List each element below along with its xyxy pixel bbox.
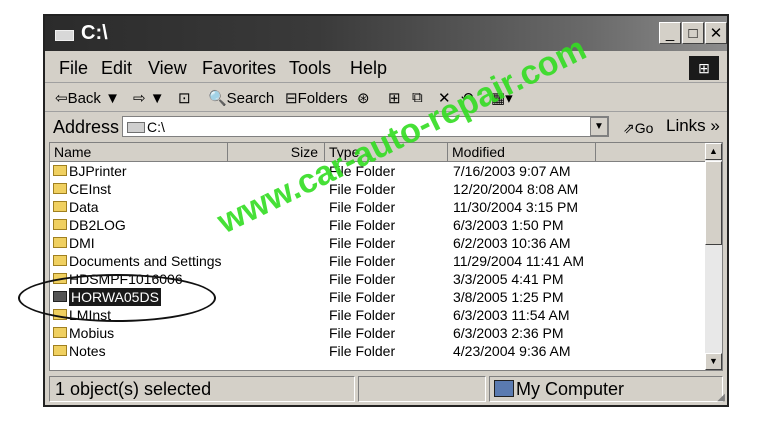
folder-icon [53,201,67,212]
list-item[interactable]: DMI File Folder 6/2/2003 10:36 AM [50,234,710,252]
menu-help[interactable]: Help [350,58,387,79]
status-middle-panel [358,376,486,402]
window-title: C:\ [81,22,108,44]
folder-icon [53,327,67,338]
folder-icon [53,165,67,176]
folder-icon [53,237,67,248]
links-button[interactable]: Links » [666,116,720,136]
status-bar: 1 object(s) selected My Computer ◢ [45,373,727,405]
folder-icon [53,255,67,266]
status-selection-text: 1 object(s) selected [49,376,355,402]
address-value: C:\ [147,119,165,135]
go-button[interactable]: ⇗Go [623,120,653,137]
maximize-button[interactable]: □ [682,22,704,44]
status-location-text: My Computer [516,379,625,399]
folder-icon [53,183,67,194]
scroll-thumb[interactable] [705,161,722,245]
address-dropdown-button[interactable]: ▼ [590,117,608,136]
list-item[interactable]: DB2LOG File Folder 6/3/2003 1:50 PM [50,216,710,234]
drive-icon [127,122,145,133]
minimize-button[interactable]: _ [659,22,681,44]
resize-grip-icon[interactable]: ◢ [717,392,725,403]
list-item[interactable]: Documents and Settings File Folder 11/29… [50,252,710,270]
menu-tools[interactable]: Tools [289,58,331,79]
address-label: Address [53,117,120,137]
explorer-window: C:\ _ □ ✕ File Edit View Favorites Tools… [43,14,729,407]
windows-logo-icon: ⊞ [689,56,719,80]
move-to-icon[interactable]: ⊞ [388,89,401,107]
menu-favorites[interactable]: Favorites [202,58,276,79]
forward-button[interactable]: ⇨ ▼ [133,89,165,107]
menu-edit[interactable]: Edit [101,58,132,79]
highlight-ellipse [18,274,216,322]
menu-bar: File Edit View Favorites Tools Help [45,54,727,83]
file-list[interactable]: Name Size Type ▲ Modified BJPrinter File… [49,142,723,371]
back-button[interactable]: ⇦Back ▼ [55,89,120,107]
title-bar[interactable]: C:\ _ □ ✕ [45,16,727,51]
toolbar: ⇦Back ▼ ⇨ ▼ ⊡ 🔍Search ⊟Folders ⊛ ⊞ ⧉ ✕ ↶… [45,84,727,112]
close-button[interactable]: ✕ [705,22,727,44]
status-location-panel: My Computer [489,376,723,402]
list-item[interactable]: Notes File Folder 4/23/2004 9:36 AM [50,342,710,360]
scroll-up-arrow-icon[interactable]: ▲ [705,143,722,160]
list-item[interactable]: Data File Folder 11/30/2004 3:15 PM [50,198,710,216]
column-header-name[interactable]: Name [50,143,228,162]
list-item[interactable]: Mobius File Folder 6/3/2003 2:36 PM [50,324,710,342]
list-item[interactable]: CEInst File Folder 12/20/2004 8:08 AM [50,180,710,198]
folders-button[interactable]: ⊟Folders [285,89,348,107]
up-folder-icon[interactable]: ⊡ [178,89,191,107]
menu-file[interactable]: File [59,58,88,79]
column-header-modified[interactable]: Modified [448,143,596,162]
vertical-scrollbar[interactable]: ▲ ▼ [705,143,722,370]
history-icon[interactable]: ⊛ [357,89,370,107]
folder-icon [53,345,67,356]
scroll-down-arrow-icon[interactable]: ▼ [705,353,722,370]
folder-icon [53,219,67,230]
drive-icon [55,30,74,41]
my-computer-icon [494,380,514,397]
search-button[interactable]: 🔍Search [208,89,274,107]
column-header-empty [596,143,708,162]
menu-view[interactable]: View [148,58,187,79]
